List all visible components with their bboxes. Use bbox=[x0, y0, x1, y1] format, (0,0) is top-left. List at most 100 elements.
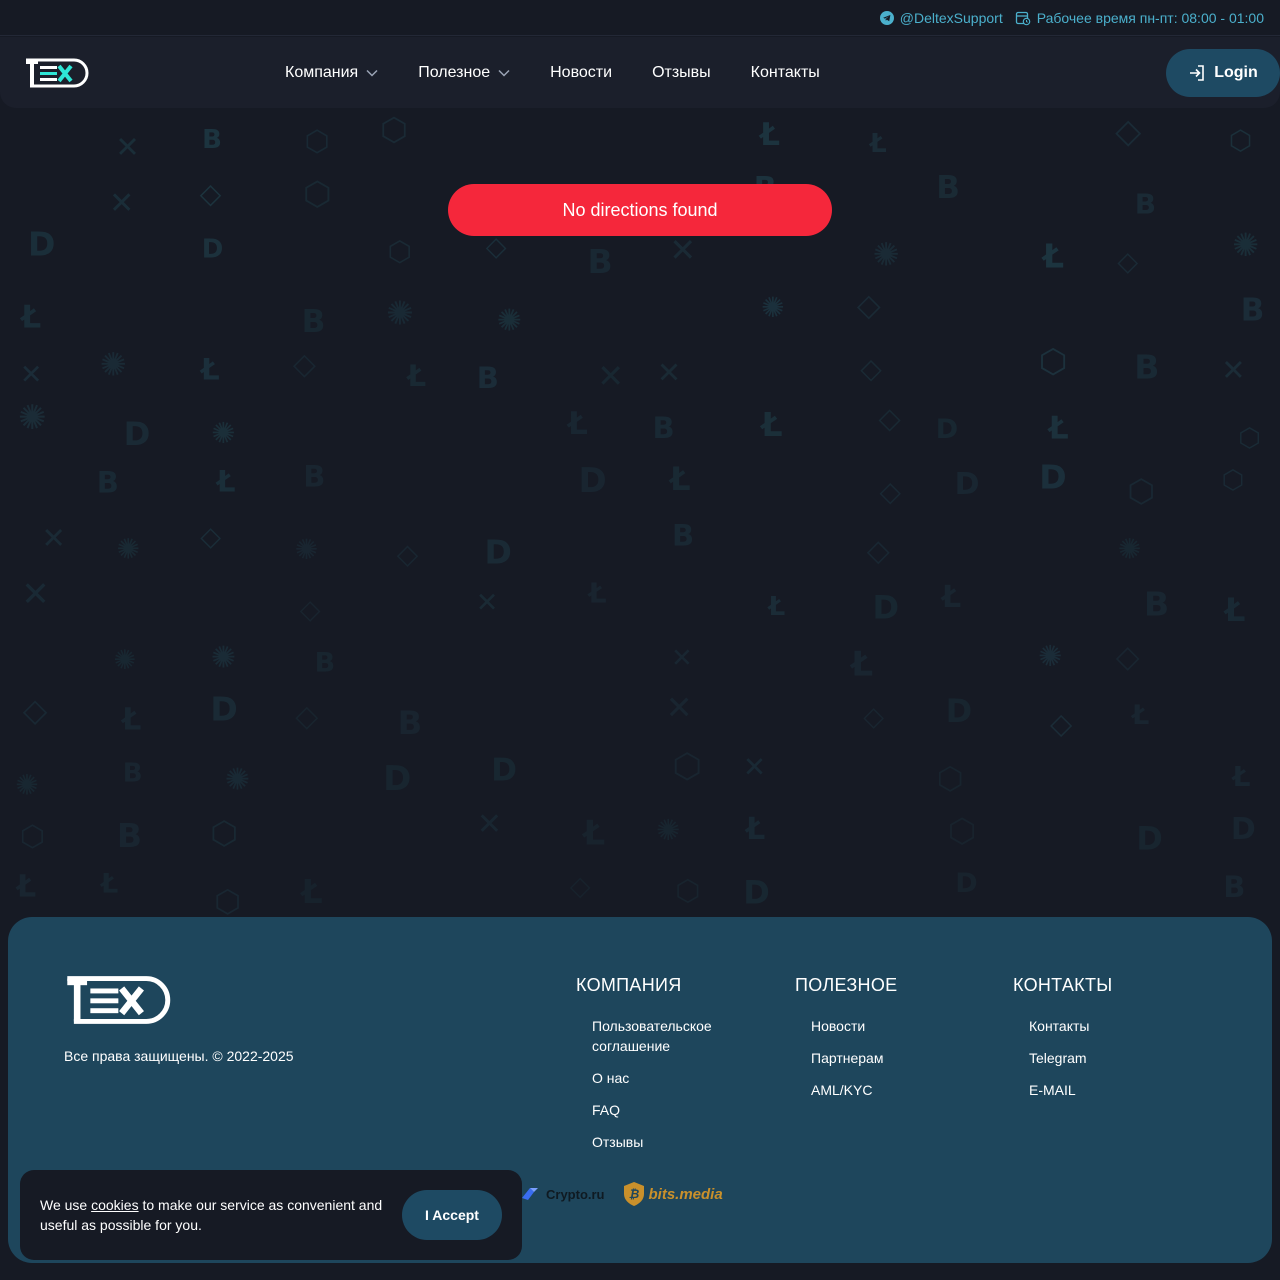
crypto-glyph-icon: D bbox=[383, 759, 411, 799]
crypto-glyph-icon: ◇ bbox=[863, 702, 884, 733]
crypto-glyph-icon: ✺ bbox=[1232, 226, 1259, 264]
crypto-glyph-icon: Ł bbox=[215, 464, 236, 498]
crypto-glyph-icon: ✺ bbox=[873, 236, 900, 274]
crypto-glyph-icon: ⬡ bbox=[1229, 125, 1253, 156]
crypto-glyph-icon: ⬡ bbox=[672, 747, 702, 787]
footer-link-about[interactable]: О нас bbox=[592, 1068, 732, 1088]
footer-link-faq[interactable]: FAQ bbox=[592, 1100, 732, 1120]
crypto-glyph-icon: ✕ bbox=[20, 359, 43, 390]
chevron-down-icon bbox=[498, 69, 510, 77]
cookies-link[interactable]: cookies bbox=[91, 1197, 138, 1213]
crypto-glyph-icon: B bbox=[303, 460, 325, 494]
crypto-glyph-icon: Ł bbox=[581, 814, 605, 854]
crypto-glyph-icon: ✕ bbox=[21, 574, 50, 614]
login-button[interactable]: Login bbox=[1166, 49, 1280, 97]
telegram-support-link[interactable]: @DeltexSupport bbox=[879, 10, 1003, 26]
accept-cookies-button[interactable]: I Accept bbox=[402, 1190, 502, 1240]
crypto-glyph-icon: D bbox=[210, 689, 237, 728]
crypto-glyph-icon: ⬡ bbox=[937, 761, 964, 797]
alert-message: No directions found bbox=[562, 199, 718, 220]
partner-label: Crypto.ru bbox=[546, 1186, 605, 1202]
footer-link-telegram[interactable]: Telegram bbox=[1029, 1048, 1169, 1068]
site-logo[interactable] bbox=[24, 57, 92, 89]
crypto-glyph-icon: Ł bbox=[767, 592, 786, 622]
crypto-glyph-icon: ✕ bbox=[657, 355, 681, 389]
working-hours-text: Рабочее время пн-пт: 08:00 - 01:00 bbox=[1036, 9, 1264, 26]
nav-item-label: Отзывы bbox=[652, 63, 711, 81]
footer-column-title: ПОЛЕЗНОЕ bbox=[795, 975, 898, 995]
crypto-glyph-icon: ⬡ bbox=[210, 814, 238, 852]
footer-link-news[interactable]: Новости bbox=[811, 1016, 951, 1036]
crypto-glyph-icon: ⬡ bbox=[1039, 341, 1068, 380]
crypto-glyph-icon: ⬡ bbox=[1127, 472, 1155, 510]
crypto-glyph-icon: B bbox=[1135, 188, 1156, 221]
footer-link-contacts[interactable]: Контакты bbox=[1029, 1016, 1169, 1036]
chevron-down-icon bbox=[366, 69, 378, 77]
crypto-glyph-icon: ◇ bbox=[397, 537, 419, 570]
footer-link-aml-kyc[interactable]: AML/KYC bbox=[811, 1080, 951, 1100]
cookie-banner: We use cookies to make our service as co… bbox=[20, 1170, 522, 1260]
nav-item-company[interactable]: Компания bbox=[285, 64, 378, 82]
crypto-glyph-icon: ◇ bbox=[295, 699, 318, 734]
crypto-glyph-icon: D bbox=[1039, 458, 1066, 497]
partner-bits-media[interactable]: ₿ bits.media bbox=[623, 1181, 723, 1207]
copyright-text: Все права защищены. © 2022-2025 bbox=[64, 1048, 294, 1064]
crypto-glyph-icon: B bbox=[672, 518, 694, 552]
nav-item-label: Компания bbox=[285, 63, 359, 81]
calendar-clock-icon bbox=[1015, 10, 1031, 26]
footer-link-partners[interactable]: Партнерам bbox=[811, 1048, 951, 1068]
crypto-glyph-icon: ◇ bbox=[1050, 706, 1073, 740]
crypto-glyph-icon: ◇ bbox=[1116, 639, 1140, 675]
crypto-glyph-icon: ◇ bbox=[23, 691, 48, 729]
crypto-glyph-icon: D bbox=[1231, 812, 1256, 847]
login-icon bbox=[1190, 65, 1205, 81]
crypto-glyph-icon: ⬡ bbox=[20, 819, 45, 853]
crypto-glyph-icon: ✺ bbox=[1038, 639, 1062, 673]
crypto-glyph-icon: ◇ bbox=[879, 401, 902, 435]
bitcoin-shield-icon: ₿ bbox=[623, 1182, 644, 1206]
nav-item-contacts[interactable]: Контакты bbox=[751, 64, 820, 82]
nav-item-reviews[interactable]: Отзывы bbox=[652, 64, 711, 82]
crypto-glyph-icon: Ł bbox=[566, 406, 588, 442]
crypto-glyph-icon: ◇ bbox=[486, 232, 507, 263]
crypto-glyph-icon: ✺ bbox=[386, 294, 414, 333]
crypto-glyph-icon: D bbox=[1136, 819, 1163, 857]
footer-link-user-agreement[interactable]: Пользовательское соглашение bbox=[592, 1016, 732, 1056]
crypto-glyph-icon: ✕ bbox=[115, 130, 139, 164]
partner-crypto-ru[interactable]: Crypto.ru bbox=[520, 1184, 605, 1204]
crypto-glyph-icon: ⬡ bbox=[675, 873, 700, 907]
crypto-glyph-icon: Ł bbox=[1223, 591, 1246, 629]
telegram-handle[interactable]: @DeltexSupport bbox=[900, 10, 1003, 26]
nav-item-news[interactable]: Новости bbox=[550, 64, 612, 82]
crypto-glyph-icon: ⬡ bbox=[380, 111, 408, 149]
partner-logos: Crypto.ru ₿ bits.media bbox=[520, 1181, 723, 1207]
crypto-glyph-icon: B bbox=[202, 125, 222, 155]
crypto-glyph-icon: ✺ bbox=[114, 645, 137, 676]
crypto-glyph-icon: ✺ bbox=[18, 398, 46, 438]
nav-item-useful[interactable]: Полезное bbox=[418, 64, 510, 82]
crypto-ru-icon bbox=[522, 1188, 538, 1200]
svg-text:₿: ₿ bbox=[628, 1187, 639, 1201]
footer-column-company: КОМПАНИЯ Пользовательское соглашение О н… bbox=[576, 975, 732, 1164]
crypto-glyph-icon: ✕ bbox=[1221, 353, 1245, 387]
crypto-glyph-icon: ✕ bbox=[109, 186, 134, 221]
crypto-glyph-icon: Ł bbox=[199, 353, 220, 387]
crypto-glyph-icon: ✺ bbox=[656, 813, 680, 847]
cookie-message: We use cookies to make our service as co… bbox=[40, 1195, 390, 1235]
footer-logo[interactable] bbox=[64, 973, 176, 1027]
crypto-glyph-icon: ✕ bbox=[671, 643, 693, 673]
crypto-glyph-icon: ✕ bbox=[477, 807, 502, 842]
crypto-glyph-icon: B bbox=[653, 411, 675, 445]
footer-link-reviews[interactable]: Отзывы bbox=[592, 1132, 732, 1152]
footer-link-email[interactable]: E-MAIL bbox=[1029, 1080, 1169, 1100]
crypto-glyph-icon: ⬡ bbox=[214, 884, 241, 920]
crypto-glyph-icon: ✕ bbox=[666, 688, 693, 726]
crypto-glyph-icon: Ł bbox=[19, 300, 41, 336]
crypto-glyph-icon: B bbox=[315, 647, 336, 678]
crypto-glyph-icon: ⬡ bbox=[303, 174, 332, 213]
crypto-glyph-icon: ✺ bbox=[211, 641, 236, 676]
crypto-glyph-icon: ◇ bbox=[1117, 247, 1138, 278]
crypto-glyph-icon: ◇ bbox=[1115, 112, 1142, 152]
crypto-glyph-icon: D bbox=[743, 873, 770, 911]
crypto-glyph-icon: ✺ bbox=[761, 291, 784, 324]
